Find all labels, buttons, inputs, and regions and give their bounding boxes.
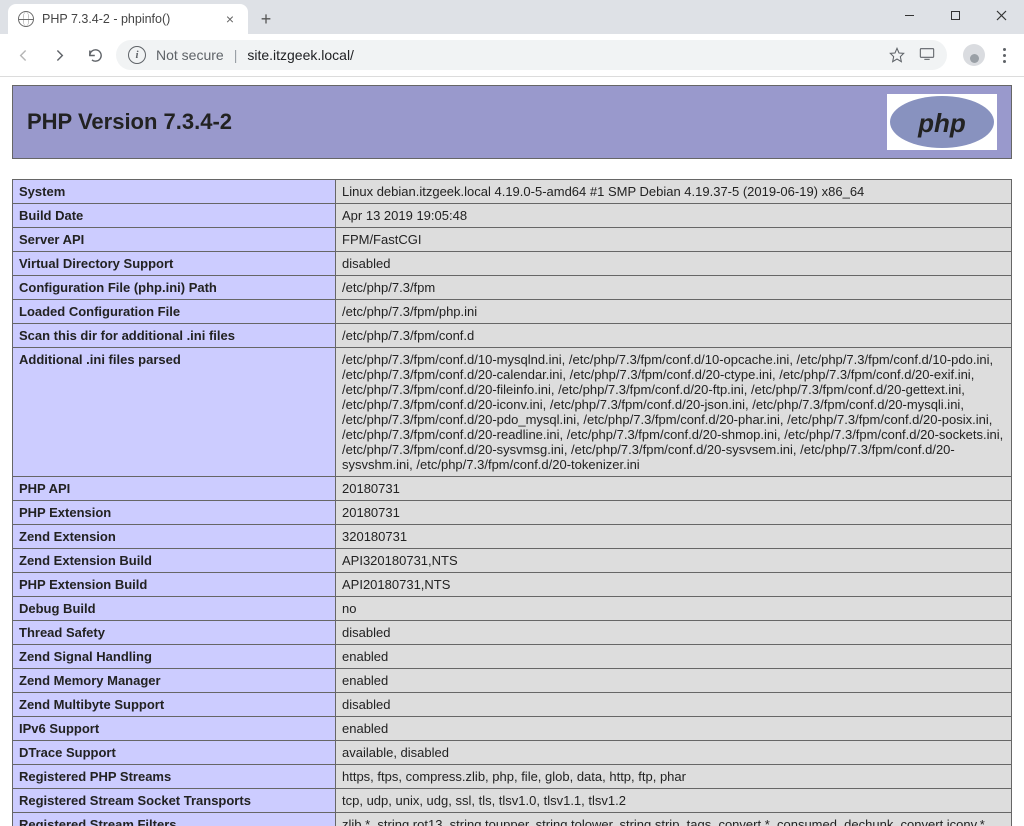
table-row: Virtual Directory Supportdisabled: [13, 252, 1012, 276]
window-maximize-button[interactable]: [932, 0, 978, 30]
setting-name: Registered Stream Filters: [13, 813, 336, 826]
setting-value: Apr 13 2019 19:05:48: [336, 204, 1012, 228]
setting-name: Zend Multibyte Support: [13, 693, 336, 717]
table-row: Zend Multibyte Supportdisabled: [13, 693, 1012, 717]
table-row: Thread Safetydisabled: [13, 621, 1012, 645]
setting-name: Build Date: [13, 204, 336, 228]
table-row: Loaded Configuration File/etc/php/7.3/fp…: [13, 300, 1012, 324]
setting-name: Zend Signal Handling: [13, 645, 336, 669]
setting-value: disabled: [336, 621, 1012, 645]
table-row: PHP API20180731: [13, 477, 1012, 501]
setting-value: FPM/FastCGI: [336, 228, 1012, 252]
table-row: Zend Signal Handlingenabled: [13, 645, 1012, 669]
setting-name: Virtual Directory Support: [13, 252, 336, 276]
setting-value: zlib.*, string.rot13, string.toupper, st…: [336, 813, 1012, 826]
window-minimize-button[interactable]: [886, 0, 932, 30]
browser-toolbar: i Not secure | site.itzgeek.local/: [0, 34, 1024, 77]
setting-value: /etc/php/7.3/fpm/conf.d: [336, 324, 1012, 348]
table-row: Additional .ini files parsed/etc/php/7.3…: [13, 348, 1012, 477]
setting-name: Loaded Configuration File: [13, 300, 336, 324]
site-info-icon[interactable]: i: [128, 46, 146, 64]
setting-name: Server API: [13, 228, 336, 252]
setting-value: API20180731,NTS: [336, 573, 1012, 597]
profile-avatar[interactable]: [963, 44, 985, 66]
new-tab-button[interactable]: +: [252, 5, 280, 33]
setting-name: Thread Safety: [13, 621, 336, 645]
table-row: Debug Buildno: [13, 597, 1012, 621]
setting-value: disabled: [336, 252, 1012, 276]
bookmark-star-icon[interactable]: [889, 47, 905, 63]
setting-value: tcp, udp, unix, udg, ssl, tls, tlsv1.0, …: [336, 789, 1012, 813]
reload-button[interactable]: [80, 40, 110, 70]
window-close-button[interactable]: [978, 0, 1024, 30]
setting-value: /etc/php/7.3/fpm: [336, 276, 1012, 300]
setting-name: Configuration File (php.ini) Path: [13, 276, 336, 300]
security-status: Not secure: [156, 47, 224, 63]
menu-button[interactable]: [999, 44, 1010, 67]
setting-name: PHP API: [13, 477, 336, 501]
php-version-heading: PHP Version 7.3.4-2: [27, 109, 232, 135]
table-row: Zend Extension BuildAPI320180731,NTS: [13, 549, 1012, 573]
setting-name: Registered Stream Socket Transports: [13, 789, 336, 813]
setting-value: no: [336, 597, 1012, 621]
setting-value: enabled: [336, 717, 1012, 741]
table-row: IPv6 Supportenabled: [13, 717, 1012, 741]
page-viewport[interactable]: PHP Version 7.3.4-2 php SystemLinux debi…: [0, 77, 1024, 826]
table-row: Registered Stream Socket Transportstcp, …: [13, 789, 1012, 813]
setting-name: Zend Memory Manager: [13, 669, 336, 693]
omnibox[interactable]: i Not secure | site.itzgeek.local/: [116, 40, 947, 70]
forward-button[interactable]: [44, 40, 74, 70]
table-row: DTrace Supportavailable, disabled: [13, 741, 1012, 765]
window-titlebar: PHP 7.3.4-2 - phpinfo() × +: [0, 0, 1024, 34]
setting-value: 320180731: [336, 525, 1012, 549]
table-row: Registered Stream Filterszlib.*, string.…: [13, 813, 1012, 826]
setting-name: DTrace Support: [13, 741, 336, 765]
back-button[interactable]: [8, 40, 38, 70]
browser-tab-active[interactable]: PHP 7.3.4-2 - phpinfo() ×: [8, 4, 248, 34]
table-row: Zend Memory Managerenabled: [13, 669, 1012, 693]
setting-value: 20180731: [336, 501, 1012, 525]
setting-value: available, disabled: [336, 741, 1012, 765]
setting-name: Scan this dir for additional .ini files: [13, 324, 336, 348]
setting-value: API320180731,NTS: [336, 549, 1012, 573]
table-row: PHP Extension BuildAPI20180731,NTS: [13, 573, 1012, 597]
setting-name: System: [13, 180, 336, 204]
setting-value: enabled: [336, 669, 1012, 693]
table-row: Zend Extension320180731: [13, 525, 1012, 549]
table-row: Scan this dir for additional .ini files/…: [13, 324, 1012, 348]
setting-value: Linux debian.itzgeek.local 4.19.0-5-amd6…: [336, 180, 1012, 204]
url-text: site.itzgeek.local/: [247, 47, 354, 63]
setting-name: Zend Extension Build: [13, 549, 336, 573]
svg-text:php: php: [917, 108, 966, 138]
table-row: Server APIFPM/FastCGI: [13, 228, 1012, 252]
table-row: SystemLinux debian.itzgeek.local 4.19.0-…: [13, 180, 1012, 204]
phpinfo-table: SystemLinux debian.itzgeek.local 4.19.0-…: [12, 179, 1012, 826]
setting-name: PHP Extension: [13, 501, 336, 525]
cast-icon[interactable]: [919, 47, 935, 64]
table-row: PHP Extension20180731: [13, 501, 1012, 525]
setting-value: /etc/php/7.3/fpm/conf.d/10-mysqlnd.ini, …: [336, 348, 1012, 477]
setting-name: Debug Build: [13, 597, 336, 621]
table-row: Configuration File (php.ini) Path/etc/ph…: [13, 276, 1012, 300]
setting-value: enabled: [336, 645, 1012, 669]
phpinfo-header: PHP Version 7.3.4-2 php: [12, 85, 1012, 159]
setting-name: PHP Extension Build: [13, 573, 336, 597]
setting-name: Registered PHP Streams: [13, 765, 336, 789]
setting-name: IPv6 Support: [13, 717, 336, 741]
php-logo: php: [887, 94, 997, 150]
close-tab-icon[interactable]: ×: [222, 10, 238, 28]
tab-title: PHP 7.3.4-2 - phpinfo(): [42, 12, 214, 26]
setting-name: Additional .ini files parsed: [13, 348, 336, 477]
setting-value: disabled: [336, 693, 1012, 717]
setting-value: https, ftps, compress.zlib, php, file, g…: [336, 765, 1012, 789]
setting-value: 20180731: [336, 477, 1012, 501]
table-row: Build DateApr 13 2019 19:05:48: [13, 204, 1012, 228]
omnibox-divider: |: [234, 47, 238, 63]
setting-name: Zend Extension: [13, 525, 336, 549]
globe-icon: [18, 11, 34, 27]
table-row: Registered PHP Streamshttps, ftps, compr…: [13, 765, 1012, 789]
phpinfo-page: PHP Version 7.3.4-2 php SystemLinux debi…: [0, 77, 1024, 826]
setting-value: /etc/php/7.3/fpm/php.ini: [336, 300, 1012, 324]
